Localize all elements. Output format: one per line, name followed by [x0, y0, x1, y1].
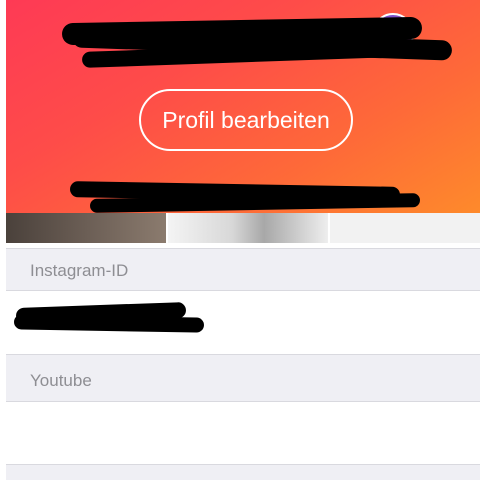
edit-profile-button[interactable]: Profil bearbeiten	[139, 89, 353, 151]
media-thumbnail[interactable]	[330, 213, 480, 243]
instagram-id-field[interactable]	[6, 291, 480, 354]
media-thumbnail[interactable]	[6, 213, 166, 243]
app-screen: Profil bearbeiten Instagram-ID Youtube	[6, 0, 480, 480]
youtube-field[interactable]	[6, 402, 480, 464]
instagram-id-label: Instagram-ID	[30, 261, 129, 280]
youtube-label: Youtube	[30, 371, 92, 390]
redaction-scribble	[13, 314, 205, 333]
media-thumbnail-strip	[6, 213, 480, 243]
media-thumbnail[interactable]	[168, 213, 328, 243]
instagram-id-section-header: Instagram-ID	[6, 248, 480, 291]
next-section-header	[6, 464, 480, 480]
profile-header: Profil bearbeiten	[6, 0, 480, 213]
youtube-section-header: Youtube	[6, 354, 480, 402]
